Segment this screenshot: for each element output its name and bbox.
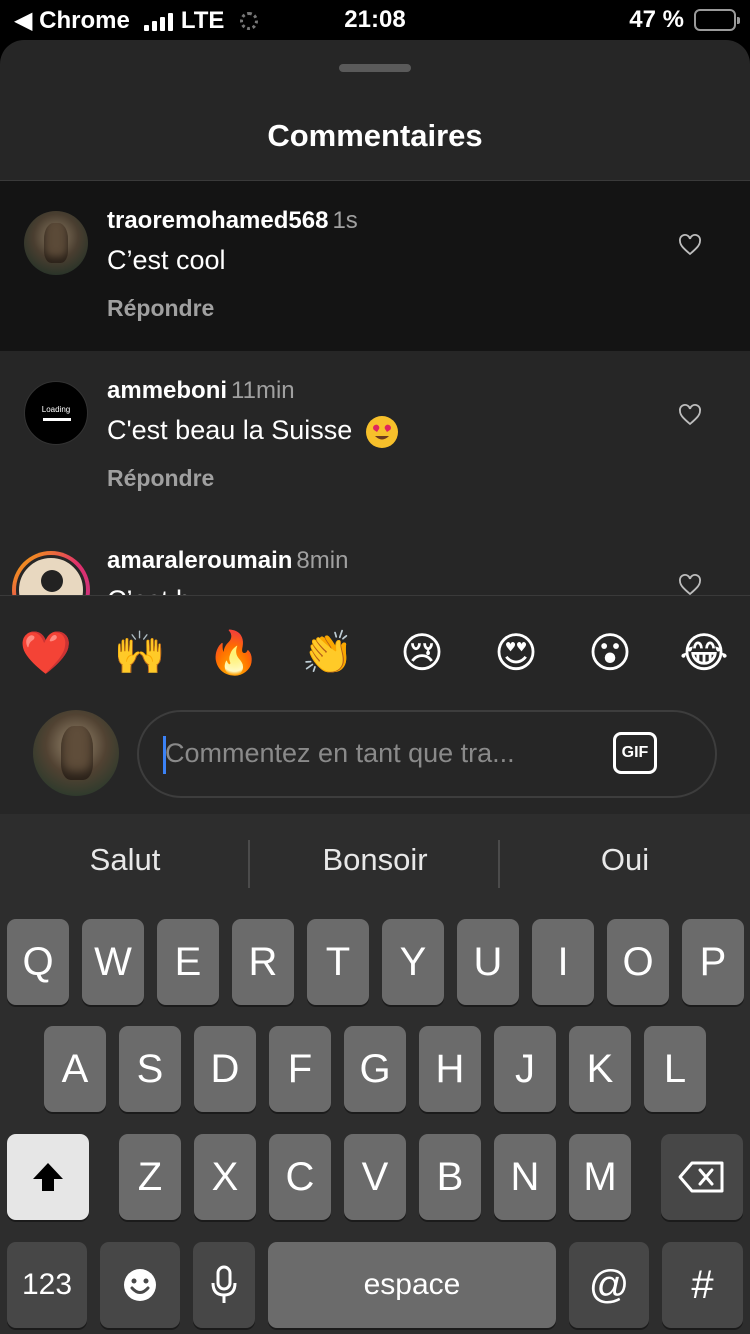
comment-text: C'est beau la Suisse — [107, 415, 353, 445]
status-bar: ◀ Chrome LTE 21:08 47 % — [0, 0, 750, 40]
key-t[interactable]: T — [307, 919, 369, 1005]
battery-percent: 47 % — [629, 6, 684, 33]
comment-text: C’est cool — [107, 245, 226, 275]
gif-button[interactable]: GIF — [613, 732, 657, 774]
key-c[interactable]: C — [269, 1134, 331, 1220]
keyboard: Salut Bonsoir Oui Q W E R T Y U I O P A … — [0, 814, 750, 1334]
avatar-loading-text: Loading — [41, 405, 71, 414]
suggestion-salut[interactable]: Salut — [0, 842, 250, 878]
battery-icon — [694, 9, 740, 31]
key-l[interactable]: L — [644, 1026, 706, 1112]
reply-button[interactable]: Répondre — [107, 295, 214, 322]
avatar-image — [16, 555, 86, 595]
key-y[interactable]: Y — [382, 919, 444, 1005]
comment-username[interactable]: ammeboni — [107, 377, 227, 404]
key-n[interactable]: N — [494, 1134, 556, 1220]
key-s[interactable]: S — [119, 1026, 181, 1112]
comment-header: traoremohamed568 1s — [107, 207, 358, 235]
comment-username[interactable]: amaraleroumain — [107, 547, 292, 574]
heart-icon[interactable] — [678, 233, 702, 257]
heart-icon[interactable] — [678, 573, 702, 595]
comment-text-row: C'est beau la Suisse — [107, 415, 398, 448]
key-p[interactable]: P — [682, 919, 744, 1005]
key-f[interactable]: F — [269, 1026, 331, 1112]
comment-time: 8min — [296, 547, 349, 574]
heart-eyes-emoji-icon — [365, 415, 398, 448]
comment-header: ammeboni 11min — [107, 377, 295, 405]
suggestion-oui[interactable]: Oui — [500, 842, 750, 878]
key-x[interactable]: X — [194, 1134, 256, 1220]
status-bar-right: 47 % — [629, 6, 740, 34]
shift-arrow-icon — [33, 1163, 63, 1191]
key-m[interactable]: M — [569, 1134, 631, 1220]
fire-emoji-button[interactable]: 🔥 — [206, 625, 262, 681]
shift-key[interactable] — [7, 1134, 89, 1220]
comment-item: Loading ammeboni 11min C'est beau la Suis… — [0, 351, 750, 521]
comment-input[interactable]: Commentez en tant que tra... GIF — [137, 710, 717, 798]
key-v[interactable]: V — [344, 1134, 406, 1220]
suggestion-bonsoir[interactable]: Bonsoir — [250, 842, 500, 878]
comment-time: 1s — [332, 207, 358, 234]
text-caret — [163, 736, 166, 774]
key-w[interactable]: W — [82, 919, 144, 1005]
sheet-title: Commentaires — [267, 118, 483, 153]
loading-avatar[interactable]: Loading — [24, 381, 88, 445]
groot-avatar[interactable] — [24, 211, 88, 275]
emoji-key[interactable] — [100, 1242, 180, 1328]
red-heart-emoji-button[interactable]: ❤️ — [18, 625, 74, 681]
comment-list[interactable]: traoremohamed568 1s C’est cool Répondre L… — [0, 181, 750, 595]
key-e[interactable]: E — [157, 919, 219, 1005]
heart-icon[interactable] — [678, 403, 702, 427]
comment-time: 11min — [231, 377, 295, 404]
space-key[interactable]: espace — [268, 1242, 556, 1328]
dictation-key[interactable] — [193, 1242, 255, 1328]
heart-eyes-emoji-button[interactable]: 😍 — [488, 625, 544, 681]
key-g[interactable]: G — [344, 1026, 406, 1112]
comment-item: amaraleroumain8min C’est b... — [0, 521, 750, 595]
surprised-face-emoji-button[interactable]: 😮 — [582, 625, 638, 681]
key-i[interactable]: I — [532, 919, 594, 1005]
clapping-hands-emoji-button[interactable]: 👏 — [300, 625, 356, 681]
key-z[interactable]: Z — [119, 1134, 181, 1220]
backspace-icon — [678, 1161, 724, 1193]
comment-text: C’est b... — [107, 585, 214, 595]
raising-hands-emoji-button[interactable]: 🙌 — [112, 625, 168, 681]
delete-key[interactable] — [661, 1134, 743, 1220]
hash-key[interactable]: # — [662, 1242, 743, 1328]
numbers-key[interactable]: 123 — [7, 1242, 87, 1328]
crying-face-emoji-button[interactable]: 😢 — [394, 625, 450, 681]
microphone-icon — [211, 1265, 237, 1303]
key-b[interactable]: B — [419, 1134, 481, 1220]
divider — [0, 595, 750, 596]
key-j[interactable]: J — [494, 1026, 556, 1112]
comment-header: amaraleroumain 8min — [107, 547, 348, 575]
comment-item: traoremohamed568 1s C’est cool Répondre — [0, 181, 750, 351]
key-d[interactable]: D — [194, 1026, 256, 1112]
comment-input-placeholder: Commentez en tant que tra... — [165, 738, 515, 768]
key-r[interactable]: R — [232, 919, 294, 1005]
key-q[interactable]: Q — [7, 919, 69, 1005]
key-k[interactable]: K — [569, 1026, 631, 1112]
avatar-loading-bar — [43, 418, 71, 421]
smiley-icon — [124, 1269, 156, 1301]
key-a[interactable]: A — [44, 1026, 106, 1112]
tears-of-joy-emoji-button[interactable]: 😂 — [676, 625, 732, 681]
reply-button[interactable]: Répondre — [107, 465, 214, 492]
key-o[interactable]: O — [607, 919, 669, 1005]
comment-username[interactable]: traoremohamed568 — [107, 207, 328, 234]
at-key[interactable]: @ — [569, 1242, 649, 1328]
key-u[interactable]: U — [457, 919, 519, 1005]
predictive-bar: Salut Bonsoir Oui — [0, 814, 750, 914]
sheet-grabber[interactable] — [339, 64, 411, 72]
current-user-avatar — [33, 710, 119, 796]
key-h[interactable]: H — [419, 1026, 481, 1112]
quick-reactions-bar: ❤️ 🙌 🔥 👏 😢 😍 😮 😂 — [18, 625, 732, 681]
story-ring-avatar[interactable] — [12, 551, 90, 595]
